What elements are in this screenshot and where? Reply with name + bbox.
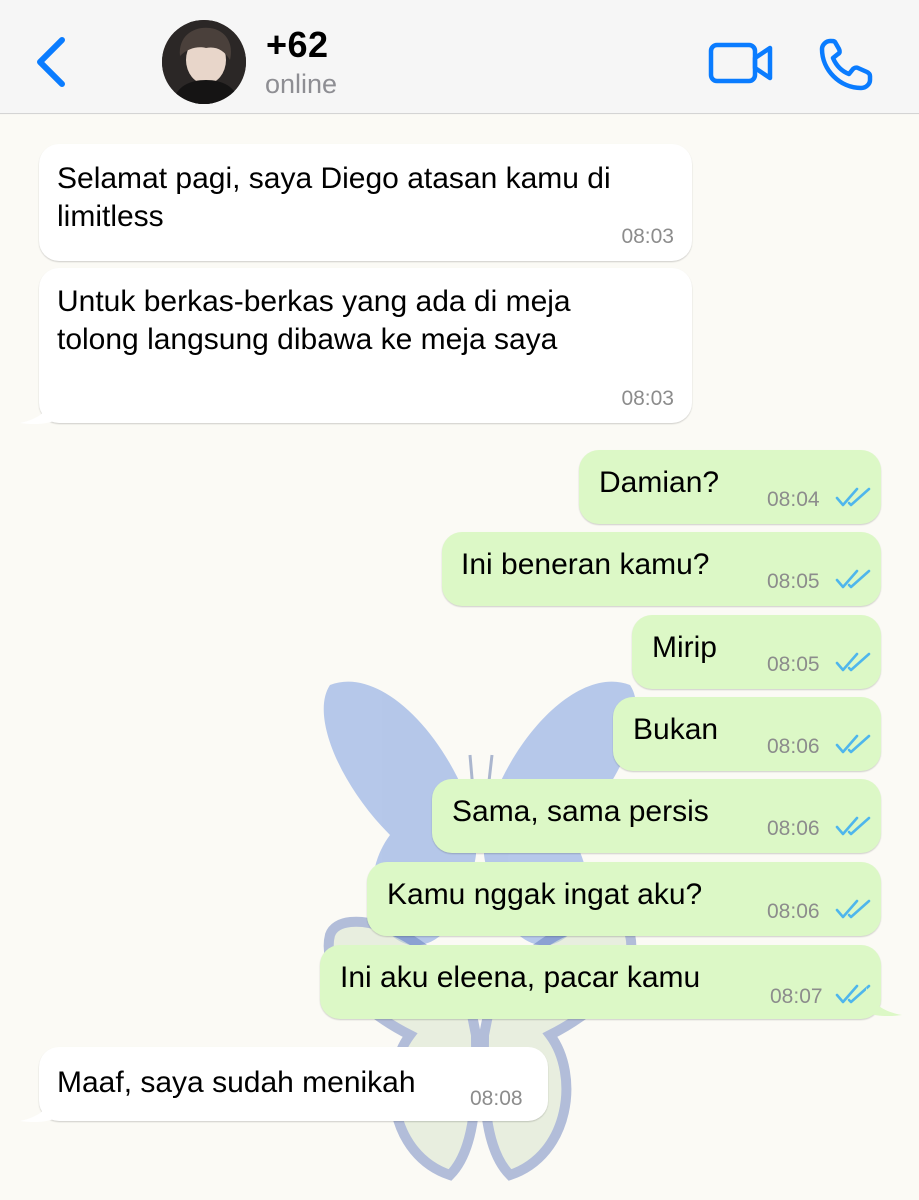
message-time: 08:06 xyxy=(767,817,820,840)
contact-name[interactable]: +62 xyxy=(266,24,329,66)
message-time: 08:03 xyxy=(621,387,674,410)
double-check-icon xyxy=(835,816,871,836)
message-bubble-incoming[interactable]: Maaf, saya sudah menikah 08:08 xyxy=(39,1047,548,1121)
double-check-icon xyxy=(835,569,871,589)
chevron-left-icon xyxy=(37,37,65,87)
message-bubble-outgoing[interactable]: Mirip 08:05 xyxy=(632,615,881,689)
video-call-button[interactable] xyxy=(708,38,774,88)
message-bubble-outgoing[interactable]: Sama, sama persis 08:06 xyxy=(432,779,881,853)
message-time: 08:05 xyxy=(767,570,820,593)
message-list[interactable]: Selamat pagi, saya Diego atasan kamu di … xyxy=(0,115,919,1200)
message-bubble-outgoing[interactable]: Damian? 08:04 xyxy=(579,450,881,524)
message-bubble-incoming[interactable]: Untuk berkas-berkas yang ada di meja tol… xyxy=(39,268,692,423)
phone-icon xyxy=(819,38,873,91)
message-text: Damian? xyxy=(599,466,720,499)
message-bubble-outgoing[interactable]: Ini aku eleena, pacar kamu 08:07 xyxy=(320,945,881,1019)
message-time: 08:07 xyxy=(770,985,823,1008)
message-text: Maaf, saya sudah menikah xyxy=(57,1066,416,1099)
chat-header: +62 online xyxy=(0,0,919,114)
message-bubble-outgoing[interactable]: Bukan 08:06 xyxy=(613,697,881,771)
message-bubble-incoming[interactable]: Selamat pagi, saya Diego atasan kamu di … xyxy=(39,144,692,261)
message-time: 08:06 xyxy=(767,735,820,758)
message-time: 08:04 xyxy=(767,488,820,511)
message-time: 08:05 xyxy=(767,653,820,676)
back-button[interactable] xyxy=(26,30,76,94)
message-text: Untuk berkas-berkas yang ada di meja tol… xyxy=(57,285,579,356)
chat-screen: +62 online Selamat pagi, saya Diego atas… xyxy=(0,0,919,1200)
message-text: Kamu nggak ingat aku? xyxy=(387,878,703,911)
message-text: Ini aku eleena, pacar kamu xyxy=(340,961,701,994)
message-time: 08:03 xyxy=(621,225,674,248)
voice-call-button[interactable] xyxy=(816,36,876,92)
message-time: 08:06 xyxy=(767,900,820,923)
message-bubble-outgoing[interactable]: Kamu nggak ingat aku? 08:06 xyxy=(367,862,881,936)
bubble-tail xyxy=(20,395,54,425)
double-check-icon xyxy=(835,487,871,507)
bubble-tail xyxy=(20,1093,54,1123)
message-text: Sama, sama persis xyxy=(452,795,709,828)
contact-avatar[interactable] xyxy=(162,20,246,104)
double-check-icon xyxy=(835,652,871,672)
avatar-image xyxy=(162,20,246,104)
message-text: Mirip xyxy=(652,631,717,664)
message-text: Bukan xyxy=(633,713,719,746)
video-camera-icon xyxy=(708,42,773,84)
double-check-icon xyxy=(835,734,871,754)
double-check-icon xyxy=(835,899,871,919)
bubble-tail xyxy=(866,987,902,1017)
contact-status: online xyxy=(265,69,338,99)
message-bubble-outgoing[interactable]: Ini beneran kamu? 08:05 xyxy=(442,532,881,606)
message-text: Selamat pagi, saya Diego atasan kamu di … xyxy=(57,162,619,233)
message-text: Ini beneran kamu? xyxy=(461,548,710,581)
message-time: 08:08 xyxy=(470,1087,523,1110)
